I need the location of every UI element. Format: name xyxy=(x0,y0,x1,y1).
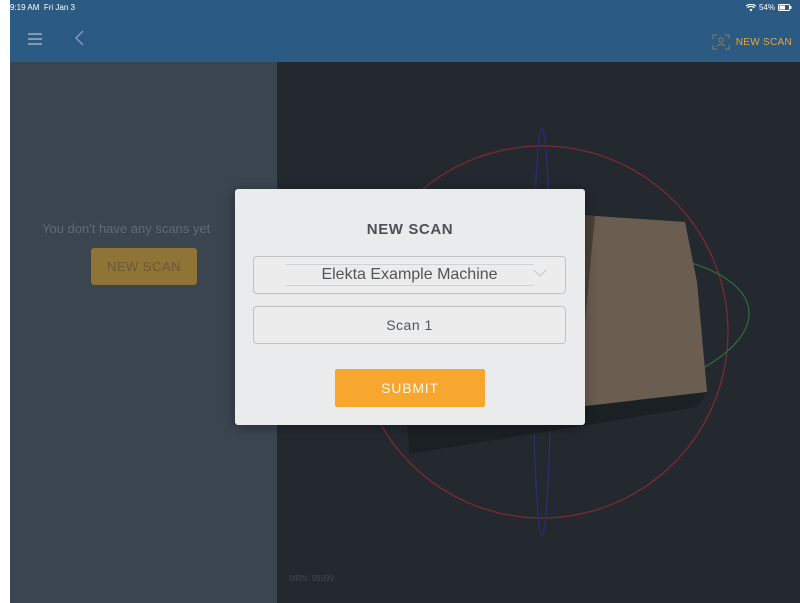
app-screen: 9:19 AM Fri Jan 3 54% NEW SCAN You don't… xyxy=(10,0,800,603)
dialog-title: NEW SCAN xyxy=(366,221,454,238)
new-scan-dialog: NEW SCAN Elekta Example Machine SUBMIT xyxy=(235,189,585,425)
scan-name-input[interactable] xyxy=(254,307,565,343)
scan-name-field[interactable] xyxy=(253,306,566,344)
submit-button[interactable]: SUBMIT xyxy=(335,369,485,407)
machine-select-value: Elekta Example Machine xyxy=(321,266,498,283)
machine-select[interactable]: Elekta Example Machine xyxy=(253,256,566,294)
chevron-down-icon xyxy=(533,269,547,277)
select-divider-bottom xyxy=(286,285,534,286)
select-divider-top xyxy=(286,264,534,265)
